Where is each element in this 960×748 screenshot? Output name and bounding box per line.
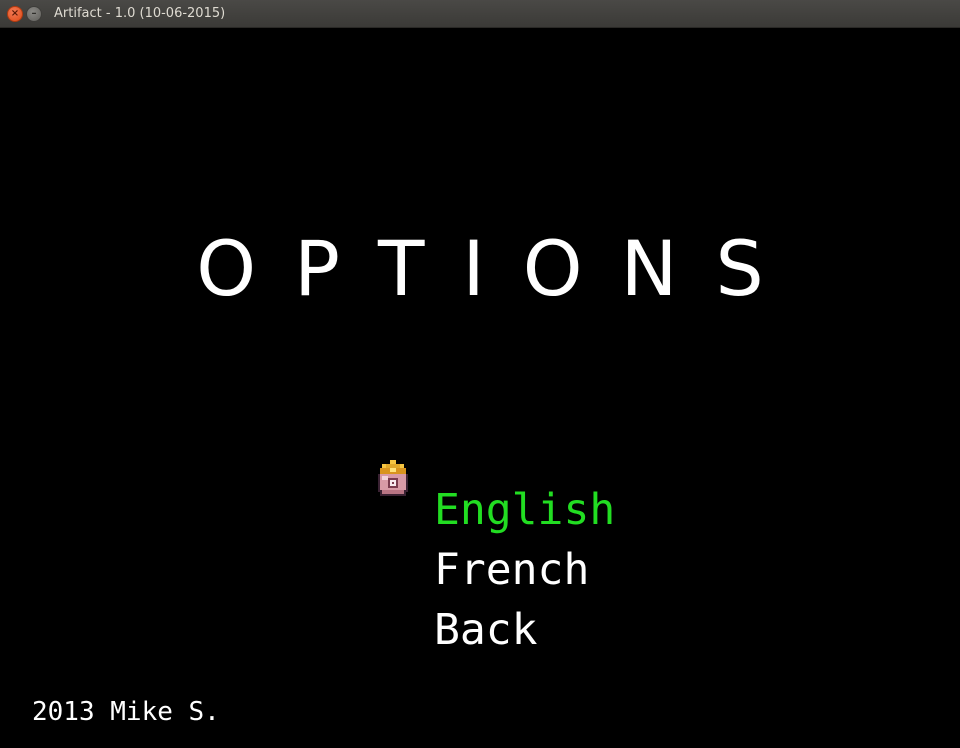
minimize-window-button[interactable]: – [26, 6, 42, 22]
options-heading: OPTIONS [196, 224, 802, 313]
copyright-credit: 2013 Mike S. [32, 697, 220, 727]
close-icon: × [10, 8, 20, 19]
menu-item-back[interactable]: Back [434, 600, 734, 660]
menu-item-french[interactable]: French [434, 540, 734, 600]
menu-item-english[interactable]: English [434, 480, 734, 540]
orb-crown-cursor-icon [378, 460, 408, 496]
minimize-icon: – [31, 8, 37, 19]
app-window: × – Artifact - 1.0 (10-06-2015) OPTIONS … [0, 0, 960, 748]
game-screen: OPTIONS English French Back 2013 Mike S. [0, 28, 960, 748]
options-menu: English French Back [434, 480, 734, 660]
close-window-button[interactable]: × [7, 6, 23, 22]
title-bar[interactable]: × – Artifact - 1.0 (10-06-2015) [0, 0, 960, 28]
window-title: Artifact - 1.0 (10-06-2015) [54, 6, 226, 21]
